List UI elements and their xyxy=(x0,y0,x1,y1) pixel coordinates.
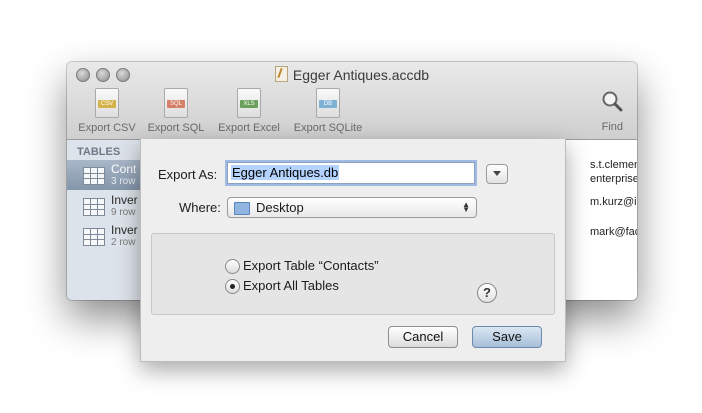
popup-arrows-icon: ▲ ▼ xyxy=(462,200,470,214)
cancel-button[interactable]: Cancel xyxy=(388,326,458,348)
filename-text: Egger Antiques.db xyxy=(231,165,340,180)
table-icon xyxy=(83,228,105,246)
csv-tag: CSV xyxy=(98,100,116,108)
expand-dialog-button[interactable] xyxy=(486,164,508,184)
export-excel-label: Export Excel xyxy=(218,122,280,134)
export-sql-button[interactable]: SQL Export SQL xyxy=(144,88,208,134)
sidebar-item-name: Inver xyxy=(111,193,138,207)
export-sql-label: Export SQL xyxy=(147,122,205,134)
save-button[interactable]: Save xyxy=(472,326,542,348)
table-icon xyxy=(83,198,105,216)
export-as-label: Export As: xyxy=(158,167,218,182)
sql-file-icon: SQL xyxy=(164,88,188,118)
export-dialog: Export As: Egger Antiques.db Where: Desk… xyxy=(140,139,566,362)
options-box xyxy=(151,233,555,315)
sql-tag: SQL xyxy=(167,100,185,108)
csv-file-icon: CSV xyxy=(95,88,119,118)
db-tag: DB xyxy=(319,100,337,108)
document-icon xyxy=(274,66,288,82)
export-all-label: Export All Tables xyxy=(243,278,339,293)
sqlite-file-icon: DB xyxy=(316,88,340,118)
export-csv-label: Export CSV xyxy=(78,122,136,134)
table-cell: enterprise.com xyxy=(590,173,637,185)
xls-tag: XLS xyxy=(240,100,258,108)
export-table-radio[interactable] xyxy=(225,259,240,274)
window-title: Egger Antiques.accdb xyxy=(67,66,637,83)
where-label: Where: xyxy=(179,200,221,215)
find-label: Find xyxy=(601,121,623,133)
export-sqlite-button[interactable]: DB Export SQLite xyxy=(290,88,366,134)
export-excel-button[interactable]: XLS Export Excel xyxy=(213,88,285,134)
folder-icon xyxy=(234,202,250,215)
export-table-label: Export Table “Contacts” xyxy=(243,258,379,273)
where-popup[interactable]: Desktop ▲ ▼ xyxy=(227,197,477,218)
sidebar-item-rows: 2 row xyxy=(111,237,136,248)
title-bar: Egger Antiques.accdb CSV Export CSV SQL … xyxy=(67,62,637,140)
excel-file-icon: XLS xyxy=(237,88,261,118)
sidebar-heading: TABLES xyxy=(77,146,121,158)
table-icon xyxy=(83,167,105,185)
export-sqlite-label: Export SQLite xyxy=(293,122,363,134)
filename-field[interactable]: Egger Antiques.db xyxy=(227,162,475,184)
help-button[interactable]: ? xyxy=(477,283,497,303)
sidebar-item-name: Cont xyxy=(111,162,137,176)
search-icon[interactable] xyxy=(601,90,623,112)
table-cell: m.kurz@imperium.it xyxy=(590,196,637,208)
where-value: Desktop xyxy=(256,200,304,215)
sidebar-item-rows: 3 row xyxy=(111,176,136,187)
sidebar-item-name: Inver xyxy=(111,223,138,237)
window-title-text: Egger Antiques.accdb xyxy=(292,67,430,83)
export-all-radio[interactable] xyxy=(225,279,240,294)
export-csv-button[interactable]: CSV Export CSV xyxy=(76,88,138,134)
sidebar-item-rows: 9 row xyxy=(111,207,136,218)
table-cell: s.t.clemens@territorial- xyxy=(590,159,637,171)
table-cell: mark@facebook.com xyxy=(590,226,637,238)
